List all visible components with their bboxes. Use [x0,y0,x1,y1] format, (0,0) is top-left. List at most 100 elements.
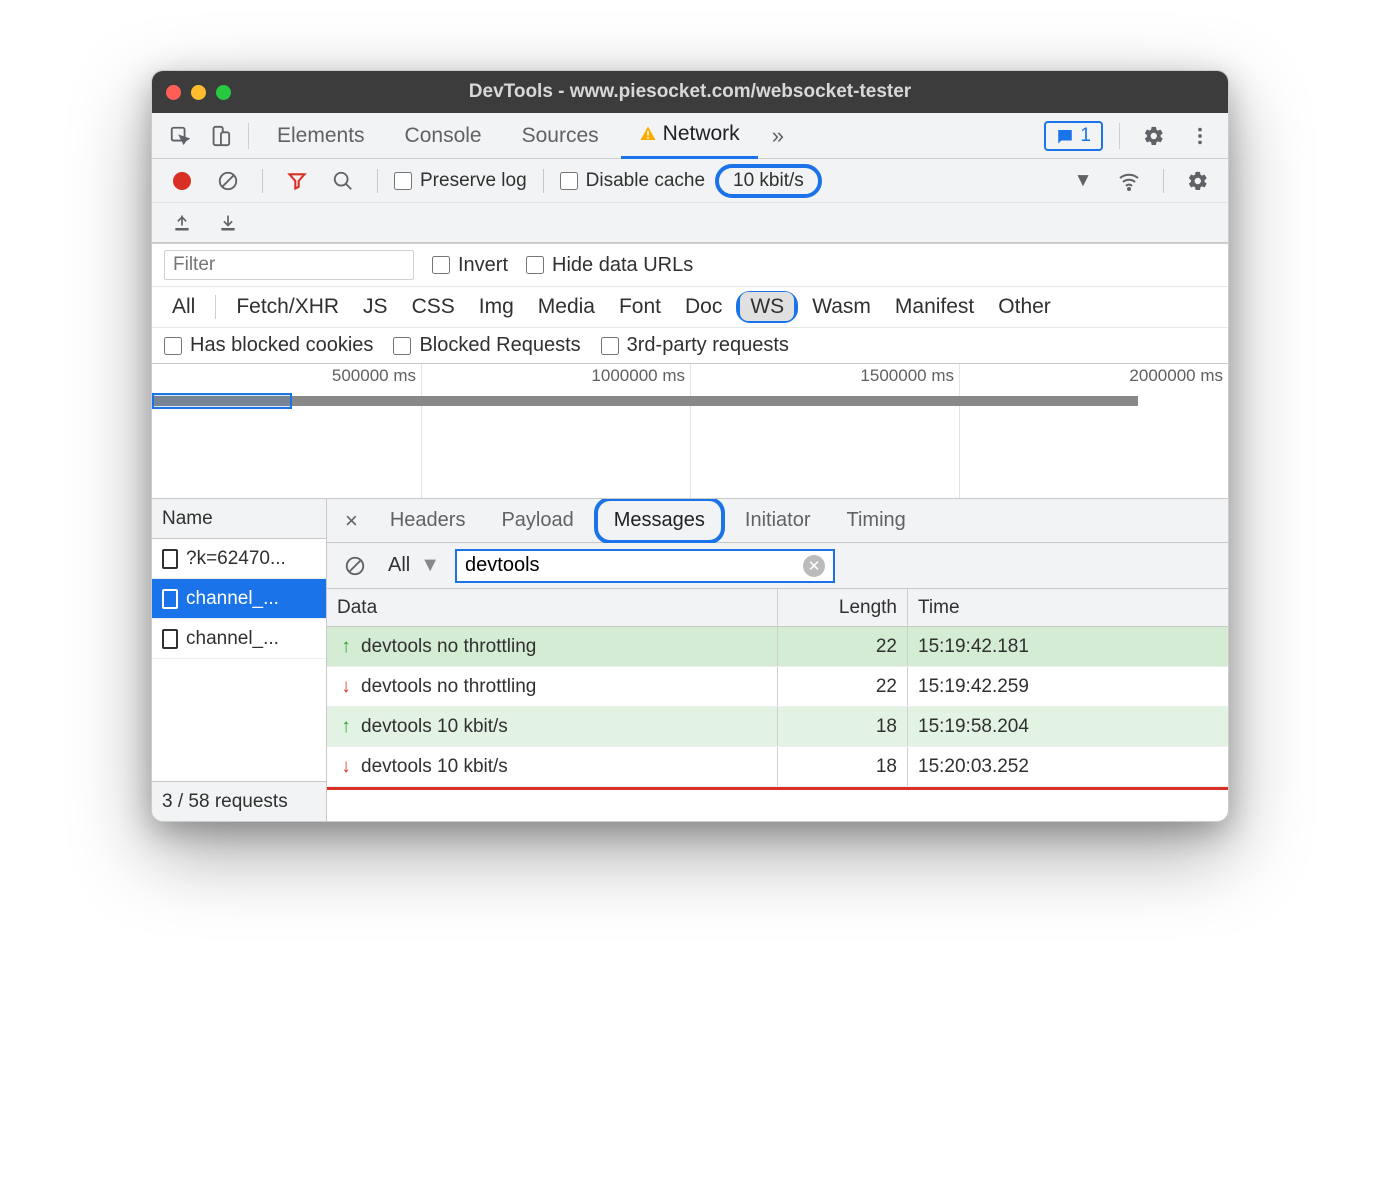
har-toolbar [152,203,1228,243]
detail-tab-headers[interactable]: Headers [374,501,482,540]
kebab-menu-icon[interactable] [1182,118,1218,154]
throttling-chevron-down-icon[interactable]: ▼ [1065,163,1101,199]
more-tabs-chevron-icon[interactable]: » [762,123,794,149]
network-settings-gear-icon[interactable] [1180,163,1216,199]
close-detail-icon[interactable]: × [333,508,370,534]
divider [262,169,263,193]
type-js[interactable]: JS [353,292,398,322]
disable-cache-checkbox[interactable]: Disable cache [560,170,705,192]
overview-selection[interactable] [152,393,292,409]
request-count-status: 3 / 58 requests [152,781,326,821]
col-length[interactable]: Length [778,589,908,626]
messages-table: Data Length Time ↑devtools no throttling… [327,589,1228,821]
file-icon [162,589,178,609]
close-window-button[interactable] [166,85,181,100]
chevron-down-icon: ▼ [420,554,440,577]
timeline-tick: 500000 ms [332,366,416,386]
divider [377,169,378,193]
detail-tabbar: × Headers Payload Messages Initiator Tim… [327,499,1228,543]
type-manifest[interactable]: Manifest [885,292,984,322]
warning-icon [639,125,657,143]
third-party-checkbox[interactable]: 3rd-party requests [601,334,789,357]
divider [215,295,216,319]
arrow-up-icon: ↑ [337,636,355,658]
invert-checkbox[interactable]: Invert [432,254,508,277]
request-row[interactable]: ?k=62470... [152,539,326,579]
issue-icon [1056,127,1074,145]
col-time[interactable]: Time [908,589,1228,626]
has-blocked-cookies-checkbox[interactable]: Has blocked cookies [164,334,373,357]
messages-type-dropdown[interactable]: All▼ [383,551,445,580]
message-row[interactable]: ↓devtools no throttling 22 15:19:42.259 [327,667,1228,707]
overview-activity-bar [152,396,1138,406]
content-area: Name ?k=62470... channel_... channel_...… [152,499,1228,821]
navigation-marker [327,787,1228,790]
extra-filter-row: Has blocked cookies Blocked Requests 3rd… [152,328,1228,364]
timeline-overview[interactable]: 500000 ms 1000000 ms 1500000 ms 2000000 … [152,364,1228,499]
device-toolbar-icon[interactable] [202,118,238,154]
clear-button[interactable] [210,163,246,199]
type-fetchxhr[interactable]: Fetch/XHR [226,292,349,322]
minimize-window-button[interactable] [191,85,206,100]
clear-search-icon[interactable]: ✕ [803,555,825,577]
detail-tab-initiator[interactable]: Initiator [729,501,827,540]
network-conditions-icon[interactable] [1111,163,1147,199]
type-ws-highlight: WS [736,291,798,323]
settings-gear-icon[interactable] [1136,118,1172,154]
import-har-icon[interactable] [210,205,246,241]
detail-tab-messages[interactable]: Messages [598,501,721,540]
messages-search-input[interactable] [465,554,795,577]
window-title: DevTools - www.piesocket.com/websocket-t… [152,81,1228,103]
hide-data-urls-checkbox[interactable]: Hide data URLs [526,254,693,277]
filter-input[interactable] [164,250,414,280]
type-filter-row: All Fetch/XHR JS CSS Img Media Font Doc … [152,287,1228,328]
detail-pane: × Headers Payload Messages Initiator Tim… [327,499,1228,821]
type-ws[interactable]: WS [740,292,794,321]
search-icon[interactable] [325,163,361,199]
messages-search[interactable]: ✕ [455,549,835,583]
arrow-down-icon: ↓ [337,756,355,778]
type-wasm[interactable]: Wasm [802,292,881,322]
type-all[interactable]: All [162,292,205,322]
messages-highlight: Messages [594,497,725,544]
file-icon [162,549,178,569]
request-row[interactable]: channel_... [152,619,326,659]
network-toolbar: Preserve log Disable cache 10 kbit/s ▼ [152,159,1228,203]
type-img[interactable]: Img [469,292,524,322]
timeline-tick: 2000000 ms [1129,366,1223,386]
tab-sources[interactable]: Sources [504,113,617,159]
throttling-selector[interactable]: 10 kbit/s [715,164,822,198]
main-tabbar: Elements Console Sources Network » 1 [152,113,1228,159]
col-data[interactable]: Data [327,589,778,626]
message-row[interactable]: ↑devtools no throttling 22 15:19:42.181 [327,627,1228,667]
request-row[interactable]: channel_... [152,579,326,619]
maximize-window-button[interactable] [216,85,231,100]
type-media[interactable]: Media [528,292,605,322]
clear-messages-icon[interactable] [337,548,373,584]
divider [1163,169,1164,193]
tab-console[interactable]: Console [387,113,500,159]
issues-badge[interactable]: 1 [1044,121,1103,151]
file-icon [162,629,178,649]
type-font[interactable]: Font [609,292,671,322]
message-row[interactable]: ↑devtools 10 kbit/s 18 15:19:58.204 [327,707,1228,747]
message-row[interactable]: ↓devtools 10 kbit/s 18 15:20:03.252 [327,747,1228,787]
type-css[interactable]: CSS [402,292,465,322]
blocked-requests-checkbox[interactable]: Blocked Requests [393,334,580,357]
tab-elements[interactable]: Elements [259,113,383,159]
type-doc[interactable]: Doc [675,292,732,322]
inspect-element-icon[interactable] [162,118,198,154]
tab-network[interactable]: Network [621,113,758,159]
request-list-pane: Name ?k=62470... channel_... channel_...… [152,499,327,821]
filter-funnel-icon[interactable] [279,163,315,199]
divider [1119,123,1120,149]
arrow-down-icon: ↓ [337,676,355,698]
name-column-header[interactable]: Name [152,499,326,539]
export-har-icon[interactable] [164,205,200,241]
record-button[interactable] [164,163,200,199]
detail-tab-payload[interactable]: Payload [485,501,589,540]
preserve-log-checkbox[interactable]: Preserve log [394,170,527,192]
detail-tab-timing[interactable]: Timing [831,501,922,540]
type-other[interactable]: Other [988,292,1061,322]
timeline-tick: 1000000 ms [591,366,685,386]
